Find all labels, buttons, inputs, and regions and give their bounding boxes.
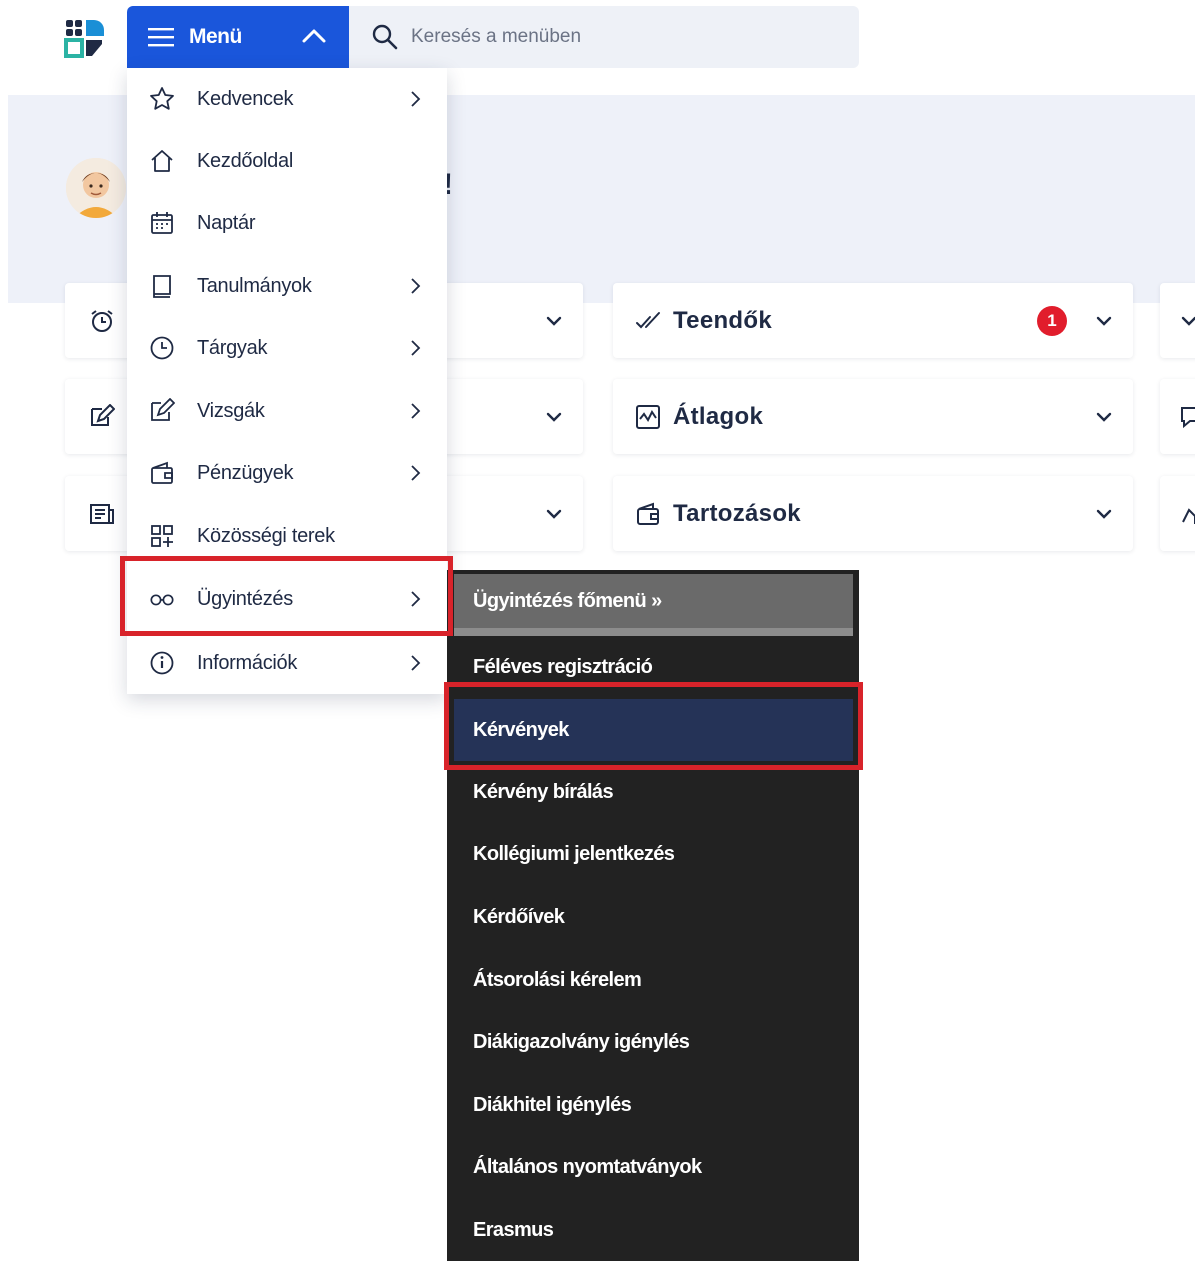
hamburger-icon bbox=[148, 28, 174, 47]
submenu-header-label: Ügyintézés főmenü » bbox=[473, 589, 662, 612]
menu-toggle-button[interactable]: Menü bbox=[127, 6, 349, 68]
search-icon bbox=[372, 24, 398, 50]
submenu-item-label: Diákigazolvány igénylés bbox=[473, 1030, 690, 1053]
card-title: Átlagok bbox=[673, 402, 764, 430]
submenu-header-link[interactable]: Ügyintézés főmenü » bbox=[454, 574, 853, 636]
menu-item-label: Kedvencek bbox=[197, 87, 294, 110]
menu-item-label: Információk bbox=[197, 651, 298, 674]
dashboard-card-right-3[interactable] bbox=[1160, 476, 1195, 551]
notification-badge: 1 bbox=[1037, 305, 1067, 336]
chevron-down-icon[interactable] bbox=[1095, 507, 1113, 521]
chevron-down-icon[interactable] bbox=[1180, 314, 1195, 328]
submenu-item-student-loan-request[interactable]: Diákhitel igénylés bbox=[447, 1074, 859, 1136]
alarm-clock-icon bbox=[91, 309, 113, 332]
submenu-item-requests[interactable]: Kérvények bbox=[454, 699, 853, 761]
glasses-icon bbox=[149, 586, 175, 612]
star-icon bbox=[149, 86, 175, 112]
clock-icon bbox=[149, 335, 175, 361]
submenu-item-label: Kérdőívek bbox=[473, 905, 565, 928]
menu-item-label: Pénzügyek bbox=[197, 461, 294, 484]
submenu-item-label: Kollégiumi jelentkezés bbox=[473, 842, 675, 865]
card-title: Tartozások bbox=[673, 499, 801, 527]
dashboard-card-averages[interactable]: Átlagok bbox=[613, 379, 1133, 454]
dashboard-card-right-1[interactable] bbox=[1160, 283, 1195, 358]
menu-item-label: Tárgyak bbox=[197, 336, 268, 359]
submenu-item-label: Diákhitel igénylés bbox=[473, 1093, 632, 1116]
message-icon bbox=[1181, 406, 1195, 428]
chevron-right-icon bbox=[411, 278, 421, 294]
hand-icon bbox=[1182, 507, 1195, 524]
menu-item-label: Naptár bbox=[197, 211, 256, 234]
menu-item-label: Vizsgák bbox=[197, 399, 265, 422]
menu-item-studies[interactable]: Tanulmányok bbox=[127, 255, 447, 317]
dashboard-card-todos[interactable]: Teendők 1 bbox=[613, 283, 1133, 358]
submenu-item-semester-registration[interactable]: Féléves regisztráció bbox=[447, 636, 859, 698]
submenu-item-label: Általános nyomtatványok bbox=[473, 1155, 702, 1178]
chevron-down-icon[interactable] bbox=[1095, 314, 1113, 328]
calendar-icon bbox=[149, 210, 175, 236]
submenu-item-label: Átsorolási kérelem bbox=[473, 968, 642, 991]
edit-icon bbox=[91, 403, 115, 426]
submenu-item-questionnaires[interactable]: Kérdőívek bbox=[447, 886, 859, 948]
submenu-item-general-forms[interactable]: Általános nyomtatványok bbox=[447, 1136, 859, 1198]
submenu-item-label: Kérvény bírálás bbox=[473, 780, 614, 803]
chart-icon bbox=[636, 404, 660, 429]
news-icon bbox=[90, 503, 114, 524]
chevron-up-icon bbox=[302, 29, 326, 43]
submenu-item-label: Féléves regisztráció bbox=[473, 655, 653, 678]
menu-item-label: Ügyintézés bbox=[197, 587, 293, 610]
menu-item-finances[interactable]: Pénzügyek bbox=[127, 442, 447, 504]
submenu-item-reclassification-request[interactable]: Átsorolási kérelem bbox=[447, 949, 859, 1011]
main-menu-dropdown: Kedvencek Kezdőoldal Naptár Tanulmányok … bbox=[127, 68, 447, 694]
submenu-item-dormitory-application[interactable]: Kollégiumi jelentkezés bbox=[447, 823, 859, 885]
submenu-item-label: Erasmus bbox=[473, 1218, 554, 1241]
checkmarks-icon bbox=[636, 311, 660, 328]
search-input[interactable] bbox=[409, 25, 833, 49]
menu-item-label: Kezdőoldal bbox=[197, 149, 293, 172]
dashboard-card-right-2[interactable] bbox=[1160, 379, 1195, 454]
menu-item-favorites[interactable]: Kedvencek bbox=[127, 68, 447, 130]
chevron-right-icon bbox=[411, 91, 421, 107]
book-icon bbox=[149, 273, 175, 299]
chevron-down-icon[interactable] bbox=[545, 314, 563, 328]
submenu-item-label: Kérvények bbox=[473, 718, 569, 741]
home-icon bbox=[149, 148, 175, 174]
chevron-right-icon bbox=[411, 340, 421, 356]
grid-plus-icon bbox=[149, 523, 175, 549]
menu-item-exams[interactable]: Vizsgák bbox=[127, 380, 447, 442]
info-icon bbox=[149, 650, 175, 676]
chevron-down-icon[interactable] bbox=[545, 507, 563, 521]
submenu-item-request-review[interactable]: Kérvény bírálás bbox=[447, 761, 859, 823]
avatar[interactable] bbox=[66, 158, 126, 218]
chevron-down-icon[interactable] bbox=[545, 410, 563, 424]
app-logo[interactable] bbox=[64, 18, 104, 58]
menu-item-information[interactable]: Információk bbox=[127, 632, 447, 694]
submenu-item-student-id-request[interactable]: Diákigazolvány igénylés bbox=[447, 1011, 859, 1073]
wallet-icon bbox=[149, 460, 175, 486]
wallet-icon bbox=[637, 502, 659, 525]
dashboard-card-debts[interactable]: Tartozások bbox=[613, 476, 1133, 551]
chevron-right-icon bbox=[411, 591, 421, 607]
chevron-down-icon[interactable] bbox=[1095, 410, 1113, 424]
chevron-right-icon bbox=[411, 655, 421, 671]
menu-label: Menü bbox=[189, 25, 242, 48]
administration-submenu: Ügyintézés főmenü » Féléves regisztráció… bbox=[447, 570, 859, 1261]
exam-edit-icon bbox=[149, 398, 175, 424]
chevron-right-icon bbox=[411, 403, 421, 419]
menu-item-label: Tanulmányok bbox=[197, 274, 312, 297]
chevron-right-icon bbox=[411, 465, 421, 481]
menu-item-calendar[interactable]: Naptár bbox=[127, 192, 447, 254]
menu-item-administration[interactable]: Ügyintézés bbox=[127, 568, 447, 630]
menu-item-subjects[interactable]: Tárgyak bbox=[127, 317, 447, 379]
card-title: Teendők bbox=[673, 306, 773, 334]
submenu-item-erasmus[interactable]: Erasmus bbox=[447, 1199, 859, 1261]
menu-item-home[interactable]: Kezdőoldal bbox=[127, 130, 447, 192]
menu-item-label: Közösségi terek bbox=[197, 524, 335, 547]
menu-item-community-spaces[interactable]: Közösségi terek bbox=[127, 505, 447, 567]
menu-search-bar[interactable] bbox=[349, 6, 859, 68]
